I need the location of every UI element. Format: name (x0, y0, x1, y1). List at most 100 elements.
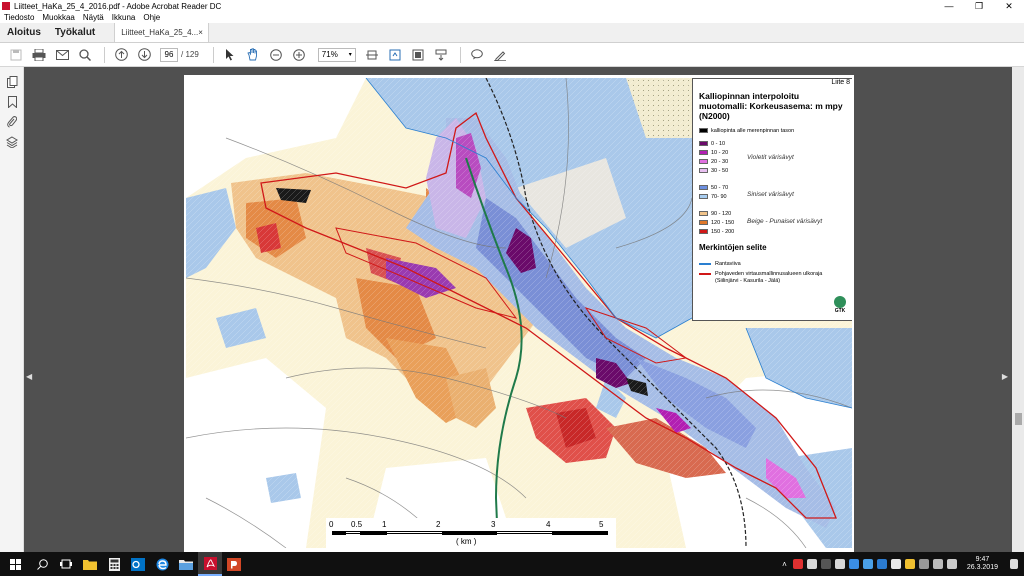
tray-app-icon[interactable] (848, 559, 859, 569)
legend-label: 120 - 150 (711, 219, 735, 226)
menu-edit[interactable]: Muokkaa (42, 13, 74, 22)
expand-right-pane-icon[interactable]: ▶ (1002, 372, 1008, 381)
close-button[interactable]: ✕ (994, 0, 1024, 12)
legend-label: Rantaviiva (715, 260, 741, 267)
scale-label: 0 (329, 520, 334, 529)
network-icon[interactable] (918, 559, 929, 569)
maximize-button[interactable]: ❐ (964, 0, 994, 12)
legend-swatch (699, 168, 708, 173)
tray-app-icon[interactable] (792, 559, 803, 569)
tray-app-icon[interactable] (876, 559, 887, 569)
layers-icon[interactable] (0, 132, 24, 152)
vertical-scrollbar[interactable] (1012, 67, 1024, 552)
volume-icon[interactable] (932, 559, 943, 569)
scale-line (332, 531, 608, 535)
task-view-icon[interactable] (54, 552, 78, 576)
legend-label: Pohjaveden virtausmallinnusalueen ulkora… (715, 271, 823, 284)
gtk-logo: GTK (833, 296, 847, 316)
legend-item: 90 - 120 (699, 210, 847, 217)
close-tab-icon[interactable]: × (198, 28, 203, 37)
select-arrow-icon[interactable] (220, 45, 240, 65)
navigation-pane (0, 67, 24, 552)
scroll-thumb[interactable] (1015, 413, 1022, 425)
notifications-icon[interactable] (1010, 559, 1018, 569)
tab-tools[interactable]: Työkalut (48, 23, 102, 42)
search-icon[interactable] (30, 552, 54, 576)
legend-item: 0 - 10 (699, 140, 847, 147)
tab-document[interactable]: Liitteet_HaKa_25_4... × (114, 23, 210, 42)
next-page-icon[interactable] (134, 45, 154, 65)
rotate-icon[interactable] (385, 45, 405, 65)
legend-swatch (699, 141, 708, 146)
scale-label: 1 (382, 520, 387, 529)
input-language-icon[interactable] (946, 559, 957, 569)
page-number-input[interactable]: 96 (160, 47, 178, 62)
legend-item: 150 - 200 (699, 228, 847, 235)
legend-label: 0 - 10 (711, 140, 726, 147)
legend-title: Kalliopinnan interpoloitu muotomalli: Ko… (699, 91, 843, 121)
tab-home[interactable]: Aloitus (0, 23, 48, 42)
document-tab-label: Liitteet_HaKa_25_4... (121, 28, 199, 37)
tray-app-icon[interactable] (834, 559, 845, 569)
scale-label: 2 (436, 520, 441, 529)
gtk-logo-mark (834, 296, 846, 308)
zoom-value: 71% (321, 50, 338, 59)
menu-window[interactable]: Ikkuna (112, 13, 136, 22)
save-icon[interactable] (6, 45, 26, 65)
legend-swatch (699, 229, 708, 234)
pen-icon[interactable] (490, 45, 510, 65)
document-viewer[interactable]: ◀ ▶ 0 0.5 1 2 3 4 5 (km) Liite 8 Kalli… (24, 67, 1024, 552)
zoom-in-icon[interactable] (289, 45, 309, 65)
fit-page-icon[interactable] (362, 45, 382, 65)
attachments-icon[interactable] (0, 112, 24, 132)
bookmarks-icon[interactable] (0, 92, 24, 112)
pdf-page: 0 0.5 1 2 3 4 5 ( km ) Liite 8 Kalliopin… (184, 75, 854, 552)
folder-icon[interactable] (174, 552, 198, 576)
tray-app-icon[interactable] (904, 559, 915, 569)
chevron-up-icon[interactable]: ˄ (782, 560, 787, 569)
gtk-logo-text: GTK (834, 308, 846, 314)
file-explorer-icon[interactable] (78, 552, 102, 576)
legend-swatch (699, 220, 708, 225)
calculator-icon[interactable] (102, 552, 126, 576)
windows-start-icon[interactable] (0, 552, 30, 576)
toolbar-divider (104, 46, 105, 63)
toolbar: 96 / 129 71% ▾ (0, 43, 1024, 67)
edge-icon[interactable] (150, 552, 174, 576)
search-icon[interactable] (75, 45, 95, 65)
zoom-select[interactable]: 71% ▾ (317, 47, 356, 62)
legend-label: 20 - 30 (711, 158, 729, 165)
previous-page-icon[interactable] (111, 45, 131, 65)
legend-label: 90 - 120 (711, 210, 732, 217)
legend-swatch (699, 159, 708, 164)
clock[interactable]: 9:47 26.3.2019 (967, 556, 998, 572)
legend-group-beige: Beige - Punaiset värisävyt (747, 218, 823, 225)
acrobat-reader-taskbar-icon[interactable] (198, 552, 222, 576)
zoom-out-icon[interactable] (266, 45, 286, 65)
tray-app-icon[interactable] (862, 559, 873, 569)
outlook-icon[interactable] (126, 552, 150, 576)
scale-label: 0.5 (351, 520, 363, 529)
email-icon[interactable] (52, 45, 72, 65)
collapse-left-pane-icon[interactable]: ◀ (26, 372, 32, 381)
scroll-mode-icon[interactable] (431, 45, 451, 65)
legend-line-swatch (699, 262, 711, 265)
full-screen-icon[interactable] (408, 45, 428, 65)
legend-group-blue: Siniset värisävyt (747, 191, 794, 198)
hand-tool-icon[interactable] (243, 45, 263, 65)
menu-help[interactable]: Ohje (143, 13, 160, 22)
legend-line-swatch (699, 273, 711, 275)
menu-file[interactable]: Tiedosto (4, 13, 34, 22)
print-icon[interactable] (29, 45, 49, 65)
clock-date: 26.3.2019 (966, 564, 998, 571)
menu-view[interactable]: Näytä (83, 13, 104, 22)
tray-app-icon[interactable] (806, 559, 817, 569)
tray-app-icon[interactable] (890, 559, 901, 569)
legend-item: 30 - 50 (699, 167, 847, 174)
tray-app-icon[interactable] (820, 559, 831, 569)
page-thumbnails-icon[interactable] (0, 72, 24, 92)
powerpoint-icon[interactable] (222, 552, 246, 576)
comment-icon[interactable] (467, 45, 487, 65)
minimize-button[interactable]: — (934, 0, 964, 12)
scale-unit: ( km ) (456, 537, 477, 546)
